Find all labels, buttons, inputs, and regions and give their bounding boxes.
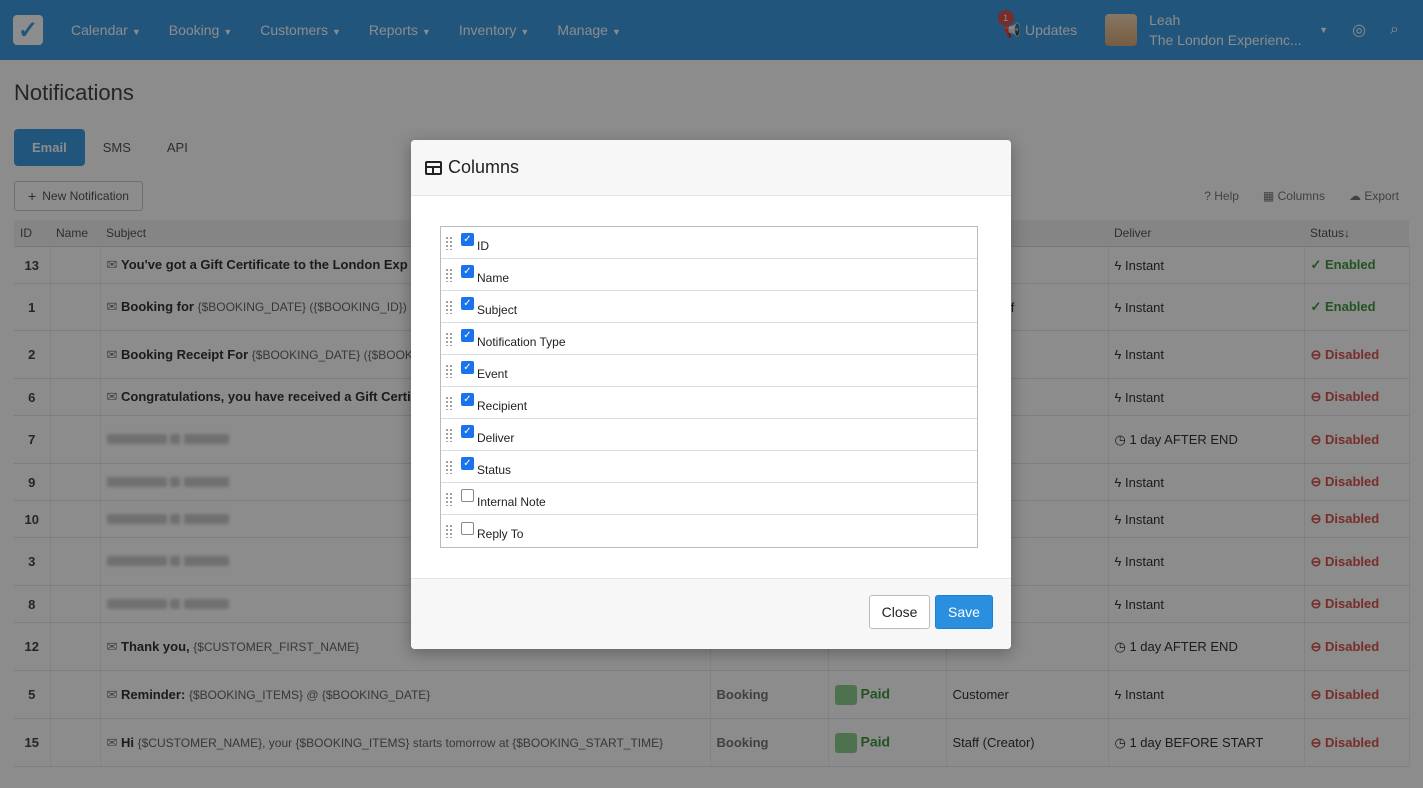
column-option-label: Event bbox=[477, 366, 508, 381]
drag-handle-icon[interactable] bbox=[445, 235, 453, 250]
column-checkbox[interactable] bbox=[461, 489, 474, 502]
column-checkbox[interactable]: ✓ bbox=[461, 233, 474, 246]
column-option-label: Reply To bbox=[477, 527, 524, 541]
column-option-label: Internal Note bbox=[477, 494, 546, 509]
column-option-row[interactable]: ✓ Subject bbox=[441, 291, 977, 323]
column-option-label: Deliver bbox=[477, 430, 515, 445]
column-option-row[interactable]: ✓ Notification Type bbox=[441, 323, 977, 355]
column-option-label: Notification Type bbox=[477, 334, 566, 349]
drag-handle-icon[interactable] bbox=[445, 363, 453, 378]
column-option-row[interactable]: ✓ Name bbox=[441, 259, 977, 291]
column-option-label: Recipient bbox=[477, 398, 528, 413]
column-option-row[interactable]: ✓ Recipient bbox=[441, 387, 977, 419]
modal-title: Columns bbox=[448, 157, 520, 177]
close-button[interactable]: Close bbox=[869, 595, 930, 629]
column-option-label: Subject bbox=[477, 302, 518, 317]
drag-handle-icon[interactable] bbox=[445, 427, 453, 442]
columns-modal: Columns ✓ ID ✓ Name ✓ Subject ✓ Notification Ty… bbox=[411, 140, 1011, 649]
column-option-label: Status bbox=[477, 462, 512, 477]
drag-handle-icon[interactable] bbox=[445, 491, 453, 506]
drag-handle-icon[interactable] bbox=[445, 331, 453, 346]
column-checkbox[interactable]: ✓ bbox=[461, 425, 474, 438]
drag-handle-icon[interactable] bbox=[445, 299, 453, 314]
save-button[interactable]: Save bbox=[935, 595, 993, 629]
column-option-row[interactable]: Internal Note bbox=[441, 483, 977, 515]
column-list: ✓ ID ✓ Name ✓ Subject ✓ Notification Type ✓ Event… bbox=[440, 226, 978, 548]
column-option-label: ID bbox=[477, 238, 489, 253]
drag-handle-icon[interactable] bbox=[445, 459, 453, 474]
column-option-label: Name bbox=[477, 270, 510, 285]
column-checkbox[interactable]: ✓ bbox=[461, 457, 474, 470]
column-option-row[interactable]: ✓ Status bbox=[441, 451, 977, 483]
column-checkbox[interactable] bbox=[461, 521, 474, 535]
column-option-row[interactable]: ✓ Deliver bbox=[441, 419, 977, 451]
column-option-row[interactable]: ✓ Event bbox=[441, 355, 977, 387]
modal-footer: Close Save bbox=[411, 578, 1011, 649]
drag-handle-icon[interactable] bbox=[445, 395, 453, 410]
table-icon bbox=[425, 160, 442, 175]
column-checkbox[interactable]: ✓ bbox=[461, 393, 474, 406]
column-option-row[interactable]: ✓ ID bbox=[441, 227, 977, 259]
column-checkbox[interactable]: ✓ bbox=[461, 265, 474, 278]
drag-handle-icon[interactable] bbox=[445, 267, 453, 282]
column-option-row[interactable]: Reply To bbox=[441, 515, 977, 547]
drag-handle-icon[interactable] bbox=[445, 524, 453, 538]
column-checkbox[interactable]: ✓ bbox=[461, 361, 474, 374]
column-checkbox[interactable]: ✓ bbox=[461, 329, 474, 342]
modal-header: Columns bbox=[411, 140, 1011, 196]
column-checkbox[interactable]: ✓ bbox=[461, 297, 474, 310]
